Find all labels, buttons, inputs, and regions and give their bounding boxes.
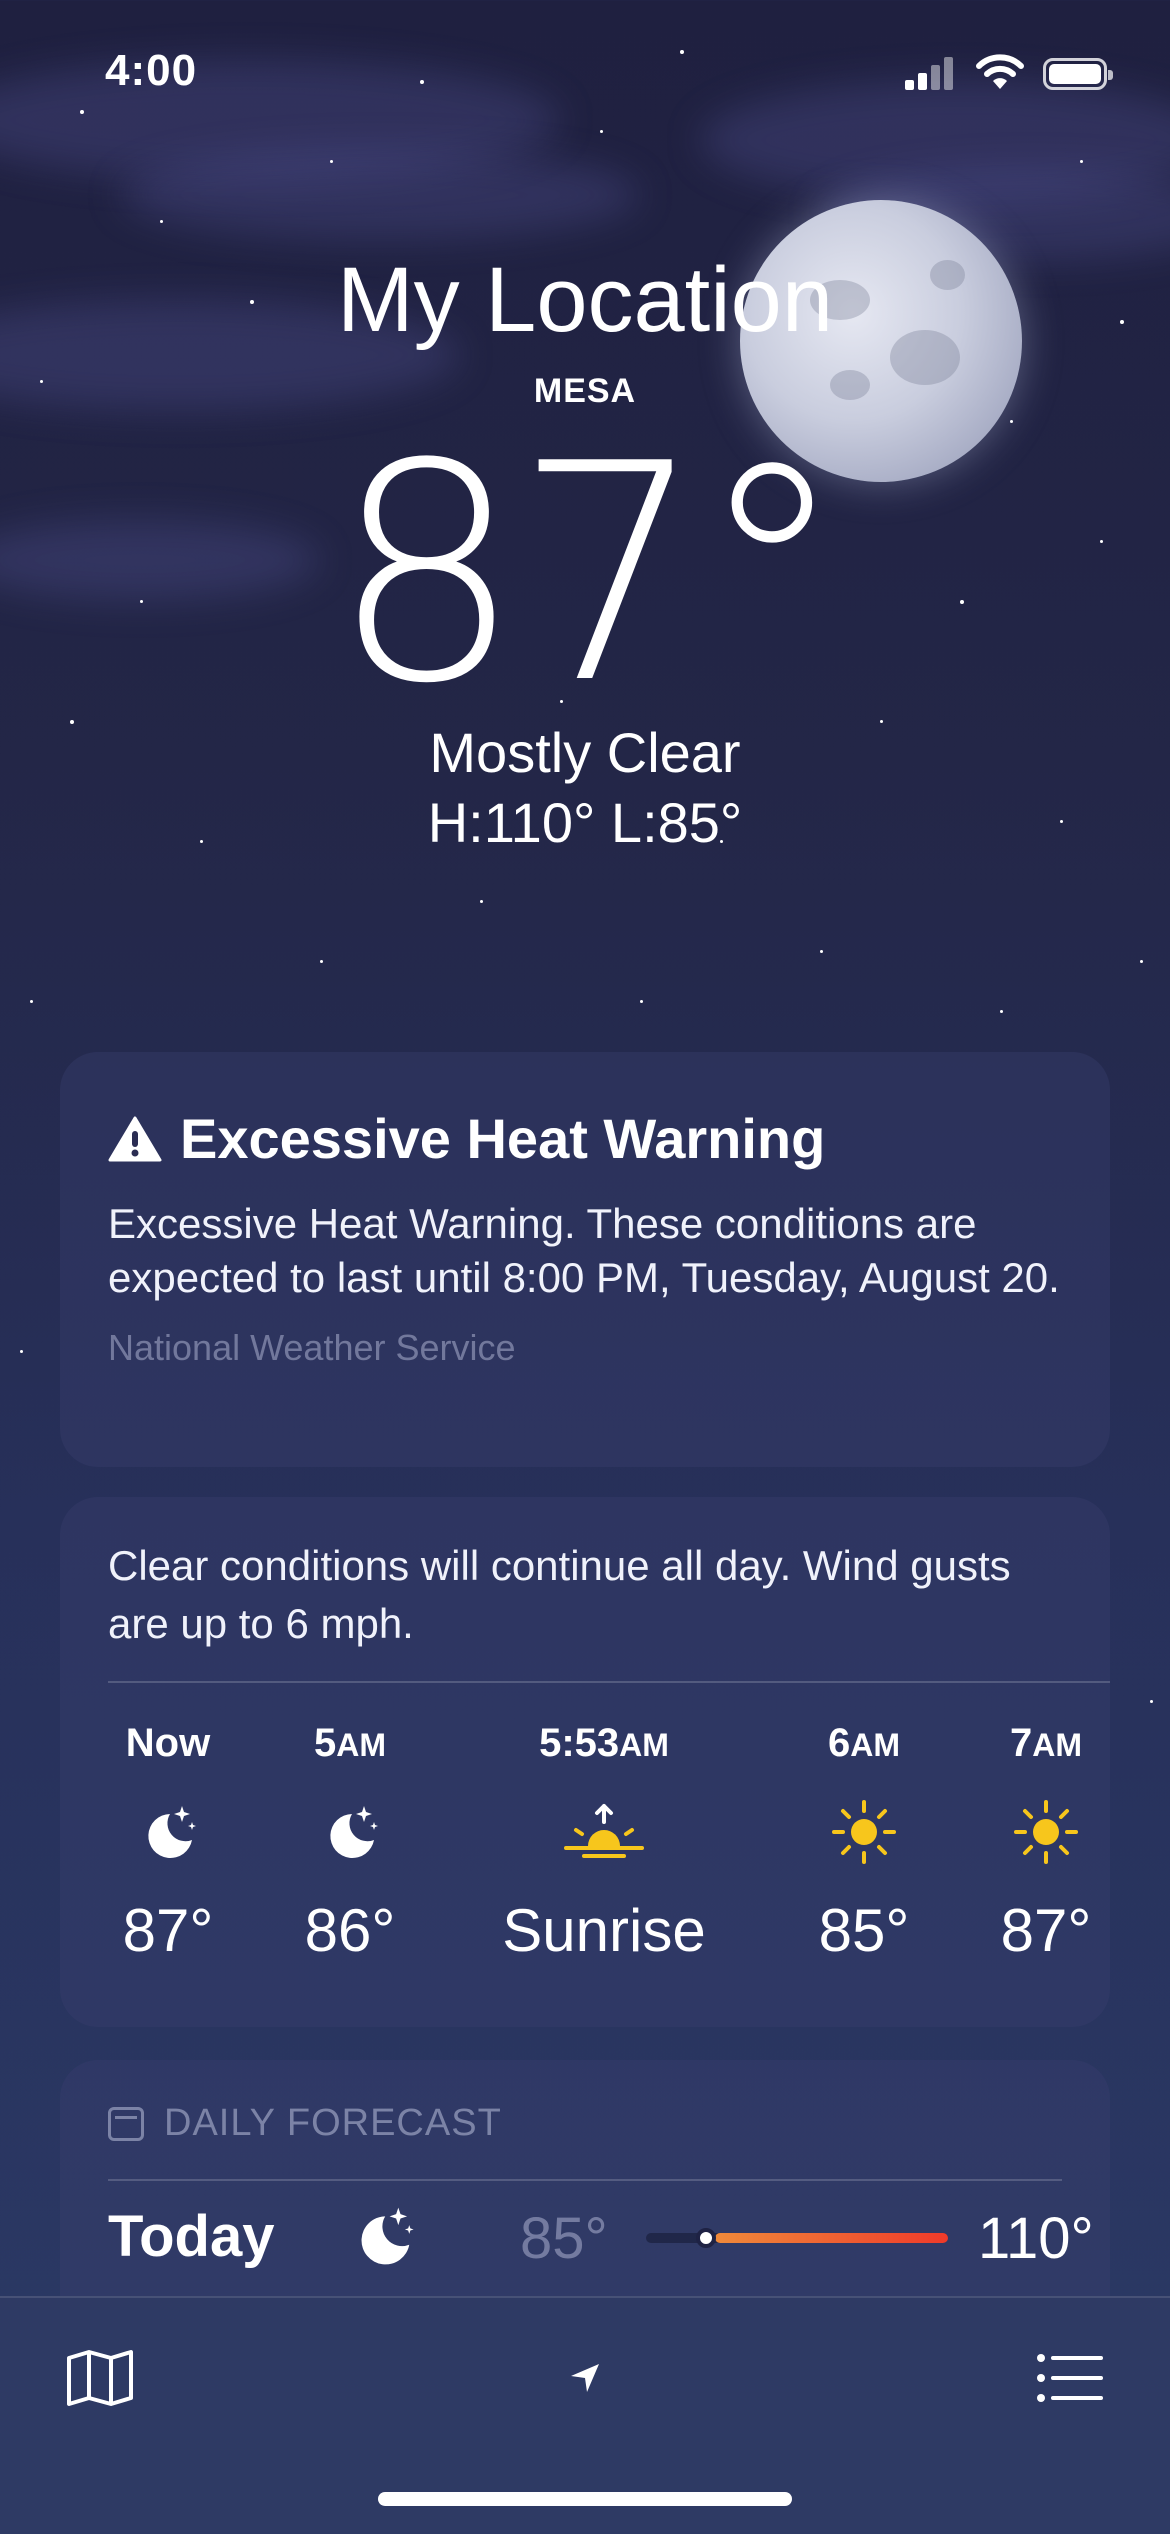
temperature-range-fill	[715, 2233, 948, 2243]
hour-label: 6	[827, 1721, 851, 1765]
home-indicator[interactable]	[378, 2492, 792, 2506]
hour-label: Now	[125, 1721, 211, 1765]
hour-temperature: Sunrise	[502, 1897, 706, 1964]
status-time: 4:00	[105, 46, 198, 95]
wifi-icon	[975, 52, 1025, 92]
cellular-signal-icon	[905, 56, 955, 90]
hour-label: 5:53	[539, 1721, 620, 1765]
sun-icon	[1014, 1800, 1078, 1864]
hour-suffix: AM	[619, 1727, 669, 1763]
battery-icon	[1043, 58, 1113, 90]
warning-icon	[108, 1116, 162, 1161]
moon-stars-icon	[148, 1806, 196, 1858]
alert-title: Excessive Heat Warning	[180, 1107, 826, 1170]
hourly-list[interactable]: Now 87° 5AM 86° 5:53AM Sunrise 6AM 85° 7…	[108, 1683, 1110, 1983]
sunrise-icon	[564, 1804, 644, 1858]
hour-suffix: AM	[1032, 1727, 1082, 1763]
hour-label: 5	[313, 1721, 337, 1765]
calendar-icon	[108, 2106, 144, 2141]
alert-body: Excessive Heat Warning. These conditions…	[108, 1200, 1060, 1301]
hour-item: 6AM 85°	[764, 1683, 964, 1965]
hour-item: 5AM 86°	[250, 1683, 450, 1965]
hourly-forecast-card[interactable]: Clear conditions will continue all day. …	[60, 1497, 1110, 2027]
hour-suffix: AM	[336, 1727, 386, 1763]
location-arrow-icon	[571, 2364, 599, 2392]
hour-suffix: AM	[850, 1727, 900, 1763]
current-temperature-marker	[696, 2228, 717, 2248]
high-low-temperature: H:110° L:85°	[427, 791, 743, 854]
temperature-range-bar	[646, 2228, 948, 2248]
locations-list-button[interactable]	[1030, 2338, 1110, 2418]
hour-item: 5:53AM Sunrise	[484, 1683, 724, 1965]
alert-card[interactable]: Excessive Heat Warning Excessive Heat Wa…	[60, 1052, 1110, 1467]
moon-stars-icon	[361, 2207, 414, 2265]
current-condition: Mostly Clear	[429, 721, 741, 784]
hour-temperature: 87°	[122, 1897, 214, 1964]
status-bar: 4:00	[0, 0, 1170, 150]
hour-temperature: 87°	[1000, 1897, 1092, 1964]
hour-temperature: 86°	[304, 1897, 396, 1964]
current-temperature: 87°	[331, 400, 847, 749]
hour-item: Now 87°	[68, 1683, 268, 1965]
hour-label: 7	[1009, 1721, 1033, 1765]
alert-source: National Weather Service	[108, 1327, 516, 1368]
my-location-button[interactable]	[545, 2338, 625, 2418]
sun-icon	[832, 1800, 896, 1864]
day-name: Today	[108, 2204, 275, 2269]
list-icon	[1037, 2354, 1103, 2402]
daily-forecast-heading: DAILY FORECAST	[164, 2102, 502, 2144]
map-button[interactable]	[60, 2338, 140, 2418]
hourly-summary: Clear conditions will continue all day. …	[108, 1542, 1011, 1647]
hour-temperature: 85°	[818, 1897, 910, 1964]
day-high-temperature: 110°	[978, 2206, 1094, 2271]
moon-stars-icon	[330, 1806, 378, 1858]
day-low-temperature: 85°	[520, 2206, 608, 2271]
map-icon	[67, 2350, 133, 2406]
location-title: My Location	[336, 249, 834, 351]
hour-item: 7AM 87°	[946, 1683, 1146, 1965]
